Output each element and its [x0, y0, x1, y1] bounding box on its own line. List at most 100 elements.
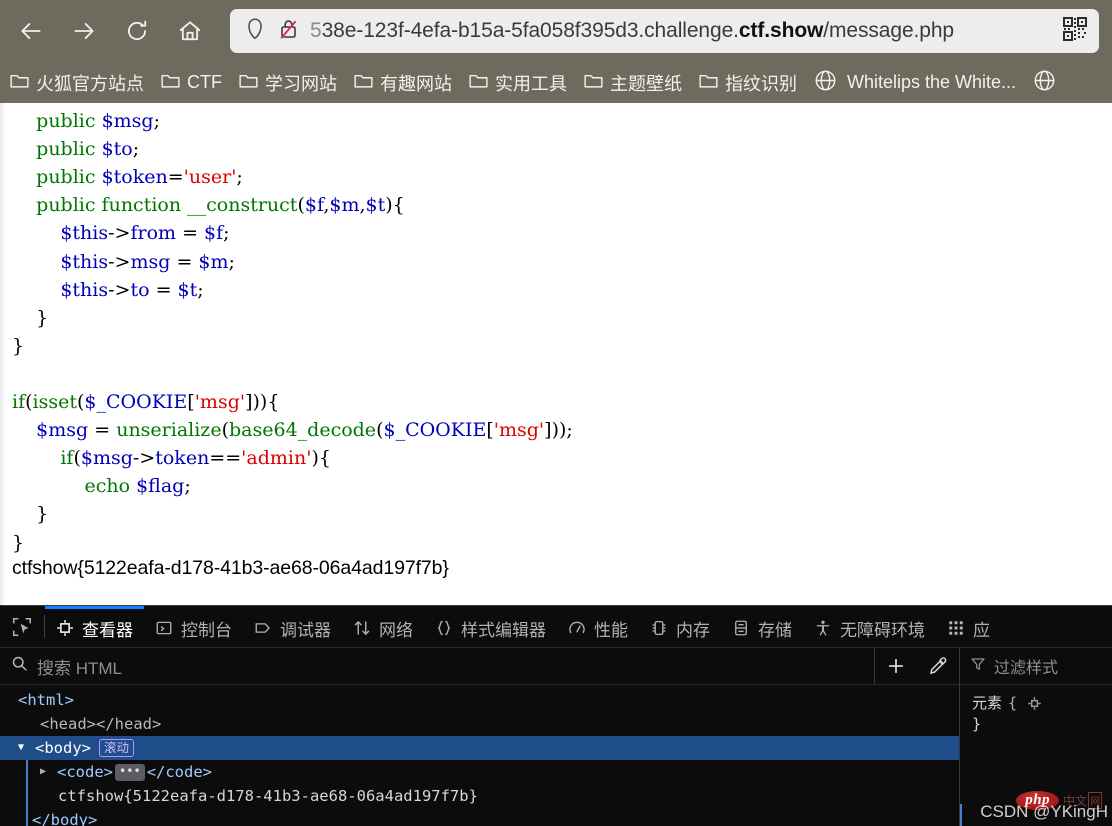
qr-code-icon[interactable]: [1063, 16, 1087, 46]
search-html-input[interactable]: 搜索 HTML: [0, 654, 874, 679]
url-path: /message.php: [823, 19, 954, 42]
bookmark-item[interactable]: 指纹识别: [699, 70, 797, 96]
plus-icon: [888, 658, 904, 674]
devtools-panel: 查看器 控制台 调试器 网络 样式编辑器 性能 内存 存储 无障碍环境 应 搜索…: [0, 605, 1112, 826]
browser-chrome: 538e-123f-4efa-b15a-5fa058f395d3.challen…: [0, 0, 1112, 103]
styles-scroll-indicator: [960, 804, 962, 826]
eyedropper-icon: [929, 657, 947, 675]
code-token: ;: [197, 278, 204, 301]
code-token: ;: [132, 138, 140, 161]
tab-memory[interactable]: 内存: [639, 606, 721, 647]
tab-network[interactable]: 网络: [342, 606, 424, 647]
bookmark-item[interactable]: 主题壁纸: [584, 70, 682, 96]
code-token: $flag: [136, 475, 185, 498]
performance-icon: [568, 619, 586, 637]
tab-console[interactable]: 控制台: [144, 606, 243, 647]
filter-icon: [970, 656, 986, 677]
dom-node-text[interactable]: ctfshow{5122eafa-d178-41b3-ae68-06a4ad19…: [0, 784, 959, 808]
devtools-toolbar: 查看器 控制台 调试器 网络 样式编辑器 性能 内存 存储 无障碍环境 应: [0, 606, 1112, 648]
code-token: public: [12, 103, 102, 104]
code-token: $token: [101, 166, 168, 189]
code-line: public function __construct($f,$m,$t){: [12, 194, 405, 216]
code-token: ])){: [245, 391, 280, 414]
twisty-open-icon[interactable]: ▼: [18, 736, 32, 760]
devtools-body: 搜索 HTML <html> <head></head> ▼ <body> 滚动…: [0, 648, 1112, 826]
tab-performance[interactable]: 性能: [557, 606, 639, 647]
tab-label: 控制台: [181, 620, 232, 640]
bookmark-label: 有趣网站: [380, 73, 452, 94]
bookmarks-bar: 火狐官方站点 CTF 学习网站 有趣网站 实用工具 主题壁纸 指纹识别 Whit…: [0, 62, 1112, 103]
bookmark-item[interactable]: 有趣网站: [354, 70, 452, 96]
add-node-button[interactable]: [875, 648, 917, 684]
code-token: [: [486, 419, 494, 442]
code-token: public: [12, 166, 102, 189]
code-line: echo $flag;: [12, 475, 190, 498]
code-token: $f: [304, 194, 324, 217]
code-line: public $from;: [12, 103, 165, 104]
home-icon: [179, 21, 201, 41]
code-line: }: [12, 335, 24, 357]
inspect-rule-icon[interactable]: [1027, 696, 1042, 711]
code-token: msg: [130, 250, 171, 273]
code-line: }: [12, 307, 48, 329]
code-token: public function: [12, 194, 188, 217]
tab-storage[interactable]: 存储: [721, 606, 803, 647]
memory-icon: [650, 619, 668, 637]
tab-debugger[interactable]: 调试器: [243, 606, 342, 647]
eyedropper-button[interactable]: [917, 648, 959, 684]
styles-filter-row[interactable]: 过滤样式: [960, 648, 1112, 685]
code-token: }: [12, 306, 49, 329]
bookmark-item[interactable]: 火狐官方站点: [10, 70, 144, 96]
code-token: ->: [108, 222, 131, 245]
code-token: 'user': [183, 166, 237, 189]
dom-text-content: ctfshow{5122eafa-d178-41b3-ae68-06a4ad19…: [58, 787, 478, 805]
home-button[interactable]: [169, 10, 211, 52]
tab-application[interactable]: 应: [936, 606, 1001, 647]
address-bar[interactable]: 538e-123f-4efa-b15a-5fa058f395d3.challen…: [230, 9, 1099, 53]
dom-node-body-close[interactable]: </body>: [0, 808, 959, 826]
flag-output: ctfshow{5122eafa-d178-41b3-ae68-06a4ad19…: [12, 556, 449, 579]
css-rule-header: 元素 {: [972, 693, 1112, 714]
twisty-closed-icon[interactable]: ▶: [40, 760, 54, 784]
tab-label: 应: [973, 620, 990, 640]
code-token: to: [130, 278, 150, 301]
element-picker-button[interactable]: [0, 606, 44, 647]
dom-node-code[interactable]: ▶ <code> ••• </code>: [0, 760, 959, 784]
code-token: $_COOKIE: [383, 419, 487, 442]
tab-inspector[interactable]: 查看器: [45, 606, 144, 647]
debugger-icon: [254, 619, 272, 637]
code-line: public $to;: [12, 138, 139, 160]
dom-node-head[interactable]: <head></head>: [0, 712, 959, 736]
tab-accessibility[interactable]: 无障碍环境: [803, 606, 936, 647]
code-token: public: [12, 138, 102, 161]
dom-node-label: </body>: [32, 811, 98, 826]
code-token: $msg: [101, 110, 154, 133]
bookmark-item[interactable]: 实用工具: [469, 70, 567, 96]
dom-node-body[interactable]: ▼ <body> 滚动: [0, 736, 959, 760]
back-button[interactable]: [10, 10, 52, 52]
forward-button[interactable]: [63, 10, 105, 52]
tab-label: 样式编辑器: [461, 620, 546, 640]
css-rule-selector[interactable]: 元素: [972, 693, 1002, 714]
element-picker-icon: [12, 617, 32, 636]
code-token: =: [167, 166, 184, 189]
code-token: $f: [204, 222, 224, 245]
reload-button[interactable]: [116, 10, 158, 52]
dom-node-html[interactable]: <html>: [0, 688, 959, 712]
bookmark-item[interactable]: CTF: [161, 72, 222, 94]
code-token: =: [176, 222, 205, 245]
tab-style-editor[interactable]: 样式编辑器: [424, 606, 557, 647]
code-line: $msg = unserialize(base64_decode($_COOKI…: [12, 419, 573, 441]
globe-icon: [814, 69, 837, 97]
collapsed-children-icon[interactable]: •••: [115, 763, 145, 781]
code-token: ]));: [544, 419, 573, 442]
bookmark-item[interactable]: 学习网站: [239, 70, 337, 96]
code-token: $from: [102, 103, 160, 104]
storage-icon: [732, 619, 750, 637]
bookmark-item-overflow[interactable]: [1033, 69, 1056, 97]
bookmark-label: 学习网站: [265, 73, 337, 94]
code-line: $this->from = $f;: [12, 222, 229, 245]
code-token: $t: [177, 278, 198, 301]
bookmark-item[interactable]: Whitelips the White...: [814, 69, 1016, 97]
